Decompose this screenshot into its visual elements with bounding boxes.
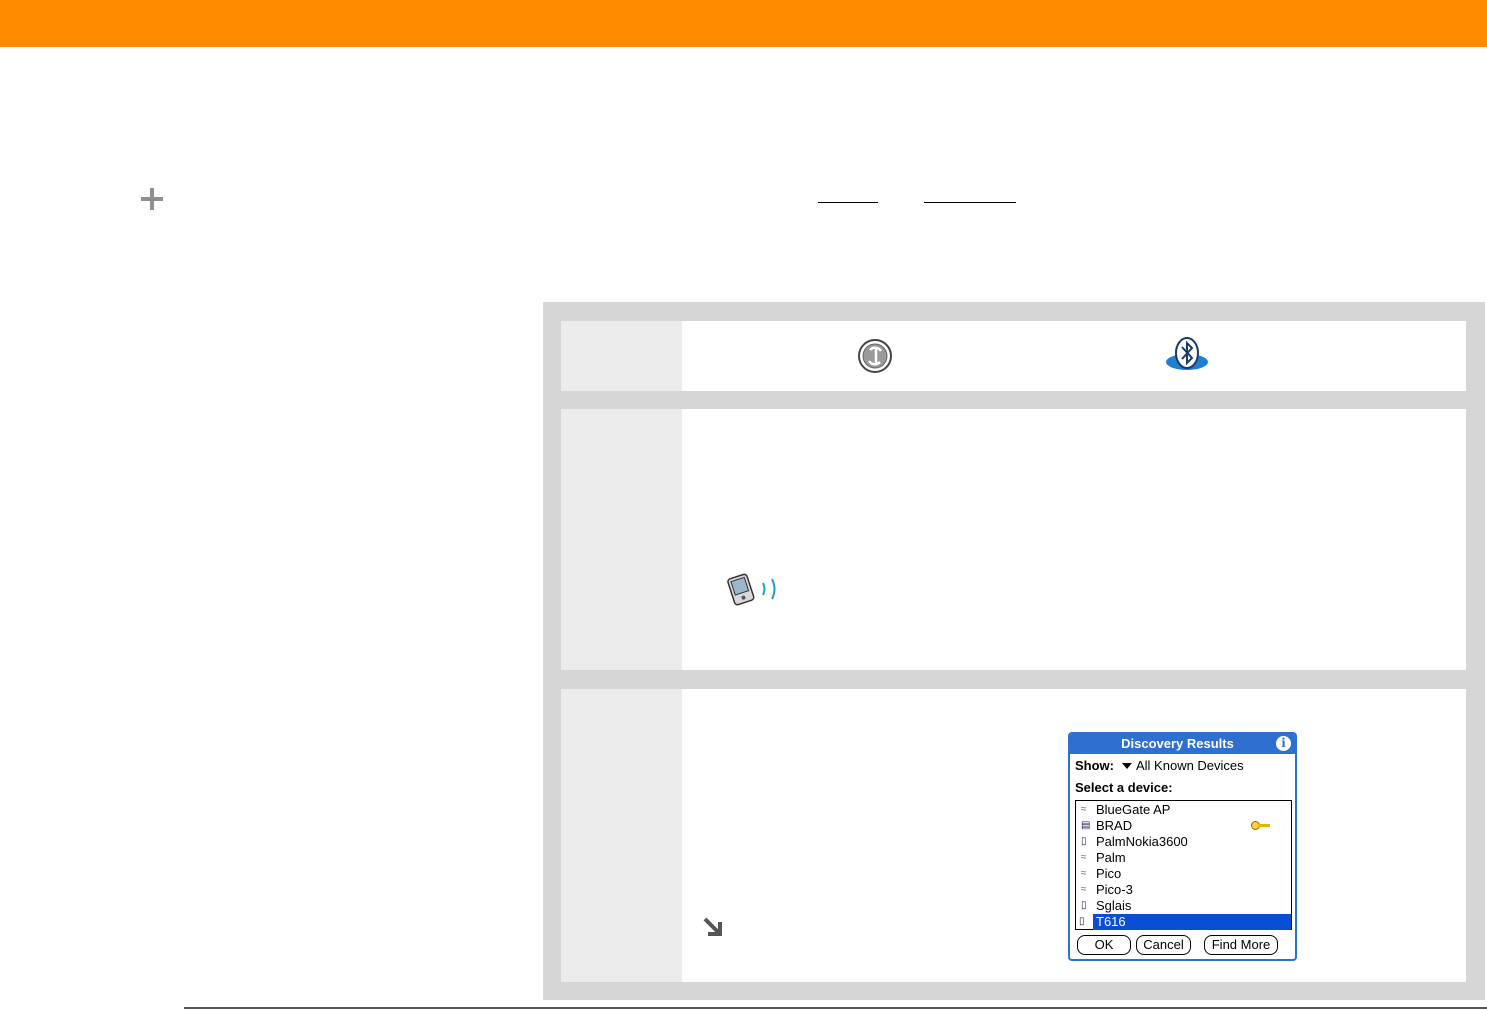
step-3: Discovery Results i Show: All Known Devic… <box>561 689 1466 982</box>
step-3-body: Discovery Results i Show: All Known Devic… <box>682 689 1466 982</box>
dialog-title-bar: Discovery Results i <box>1070 734 1295 754</box>
link-underline-1[interactable] <box>818 202 878 203</box>
device-name: BlueGate AP <box>1096 802 1171 817</box>
step-2 <box>561 409 1466 670</box>
device-row-sglais[interactable]: ▯ Sglais <box>1076 898 1291 914</box>
phone-icon: ▯ <box>1079 916 1085 927</box>
device-name: Sglais <box>1096 898 1132 913</box>
device-row-pico[interactable]: ≈ Pico <box>1076 866 1291 882</box>
device-name: BRAD <box>1096 818 1133 833</box>
computer-icon: ▤ <box>1081 820 1091 831</box>
discovery-results-dialog: Discovery Results i Show: All Known Devic… <box>1068 732 1297 961</box>
device-row-palm[interactable]: ≈ Palm <box>1076 850 1291 866</box>
cancel-button[interactable]: Cancel <box>1136 935 1191 955</box>
steps-panel: Discovery Results i Show: All Known Devic… <box>543 302 1485 1000</box>
select-device-label: Select a device: <box>1075 780 1173 795</box>
key-icon <box>1251 821 1271 830</box>
show-value[interactable]: All Known Devices <box>1136 758 1244 773</box>
device-name: Pico <box>1096 866 1122 881</box>
ok-button[interactable]: OK <box>1077 935 1131 955</box>
top-banner <box>0 0 1487 47</box>
device-row-bluegate-ap[interactable]: ≈ BlueGate AP <box>1076 802 1291 818</box>
show-label: Show: <box>1075 758 1114 773</box>
device-row-brad[interactable]: ▤ BRAD <box>1076 818 1291 834</box>
device-row-pico-3[interactable]: ≈ Pico-3 <box>1076 882 1291 898</box>
access-point-icon: ≈ <box>1081 804 1087 815</box>
plus-icon[interactable] <box>141 188 163 210</box>
dropdown-triangle-icon[interactable] <box>1122 763 1132 770</box>
device-row-palmnokia3600[interactable]: ▯ PalmNokia3600 <box>1076 834 1291 850</box>
hotsync-icon <box>858 339 892 373</box>
step-1 <box>561 321 1466 391</box>
phone-icon: ▯ <box>1081 900 1087 911</box>
bottom-rule <box>184 1007 1487 1009</box>
arrow-down-right-icon <box>703 917 722 936</box>
phone-icon: ▯ <box>1081 836 1087 847</box>
step-1-number-cell <box>561 321 682 391</box>
info-icon[interactable]: i <box>1276 736 1291 751</box>
find-more-button[interactable]: Find More <box>1204 935 1278 955</box>
device-name: T616 <box>1096 914 1126 929</box>
device-name: Pico-3 <box>1096 882 1133 897</box>
device-name: Palm <box>1096 850 1126 865</box>
handheld-beaming-icon <box>727 573 776 606</box>
link-underline-2[interactable] <box>924 202 1016 203</box>
show-filter[interactable]: Show: All Known Devices <box>1075 758 1244 773</box>
access-point-icon: ≈ <box>1081 852 1087 863</box>
device-row-t616-selected[interactable]: ▯ T616 <box>1079 914 1291 930</box>
step-2-number-cell <box>561 409 682 670</box>
step-1-body <box>682 321 1466 391</box>
step-2-body <box>682 409 1466 670</box>
bluetooth-icon <box>1166 337 1208 370</box>
step-3-number-cell <box>561 689 682 982</box>
access-point-icon: ≈ <box>1081 868 1087 879</box>
device-name: PalmNokia3600 <box>1096 834 1188 849</box>
device-list[interactable]: ≈ BlueGate AP ▤ BRAD ▯ PalmNokia3600 ≈ P… <box>1075 800 1292 930</box>
access-point-icon: ≈ <box>1081 884 1087 895</box>
dialog-title: Discovery Results <box>1121 736 1234 751</box>
